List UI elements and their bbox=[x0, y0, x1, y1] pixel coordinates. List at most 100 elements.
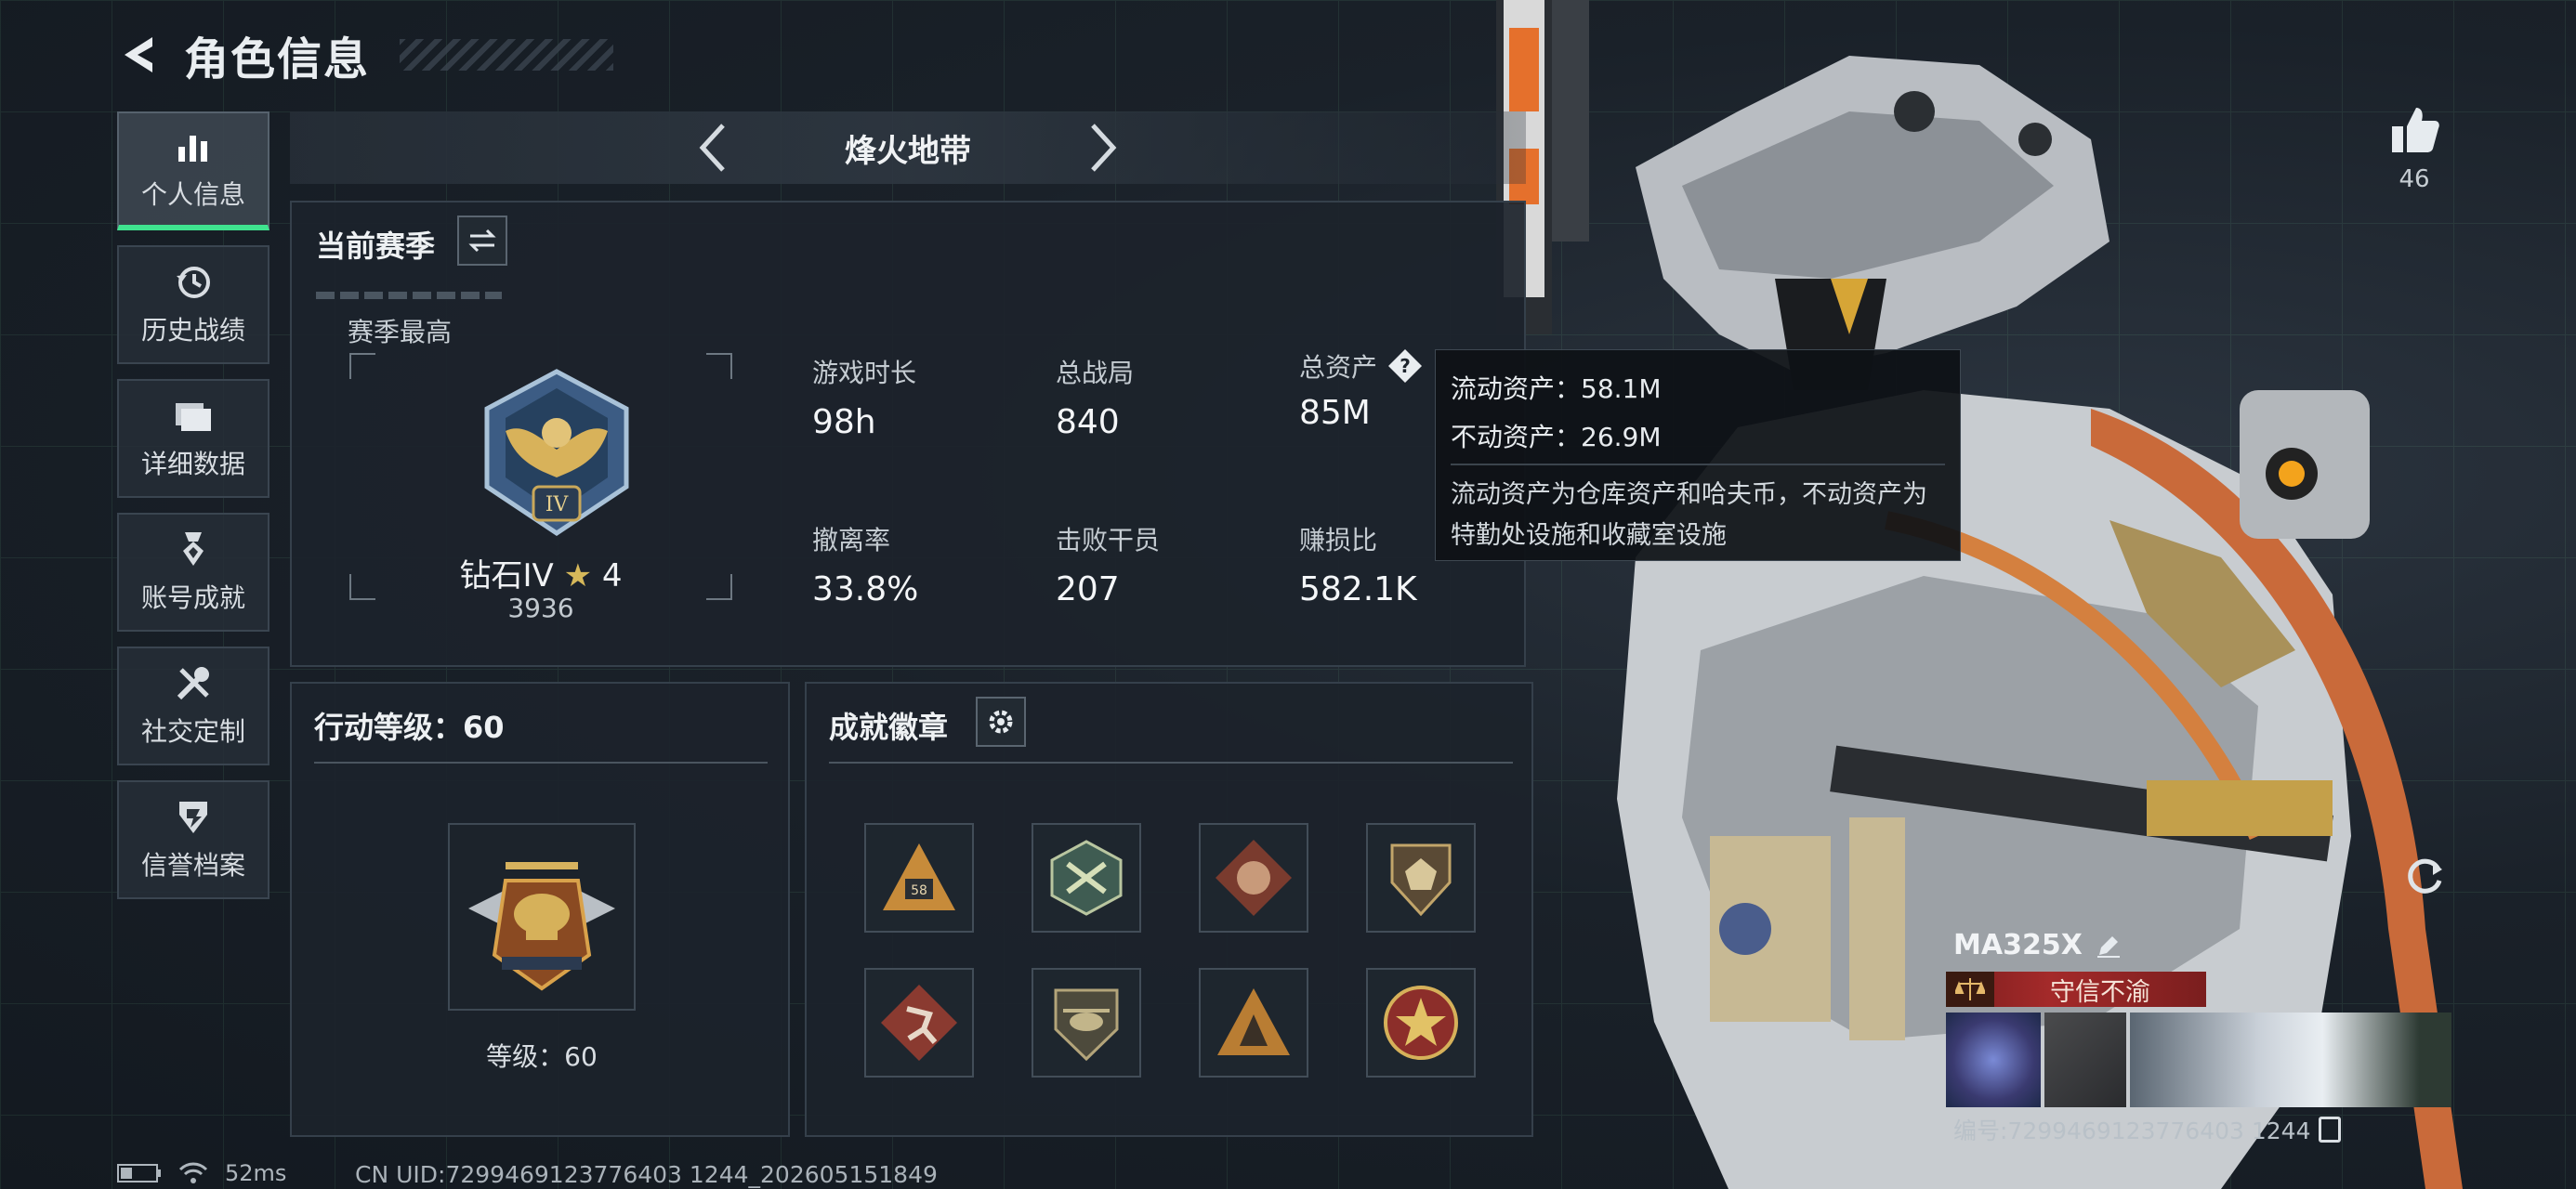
beast-triangle-badge[interactable] bbox=[1199, 968, 1308, 1078]
mode-label: 烽火地带 bbox=[845, 132, 971, 170]
help-icon[interactable]: ? bbox=[1387, 347, 1424, 385]
player-name-row: MA325X bbox=[1953, 929, 2122, 961]
showcase-card-artwork[interactable] bbox=[2044, 1013, 2126, 1107]
rank-score: 3936 bbox=[507, 593, 574, 623]
dice-shield-badge[interactable] bbox=[1366, 823, 1476, 933]
tooltip-liquid-assets: 流动资产：58.1M bbox=[1451, 373, 1662, 404]
swap-icon bbox=[468, 229, 496, 253]
sidebar-item-details[interactable]: 详细数据 bbox=[117, 379, 269, 498]
switch-season-button[interactable] bbox=[457, 216, 507, 266]
next-mode-chevron-icon[interactable] bbox=[1075, 120, 1131, 176]
sidebar-item-label: 历史战绩 bbox=[140, 315, 245, 346]
current-season-panel: 当前赛季 赛季最高 IV 钻石IV ★ 4 3936 游戏时长 98h 总战局 … bbox=[290, 201, 1526, 667]
shield-icon bbox=[173, 797, 214, 838]
divider bbox=[829, 762, 1513, 764]
divider bbox=[314, 762, 768, 764]
ping-value: 52ms bbox=[225, 1160, 287, 1186]
battery-icon bbox=[117, 1164, 161, 1182]
rank-name-row: 钻石IV ★ 4 bbox=[349, 550, 732, 595]
assets-tooltip: 流动资产：58.1M 不动资产：26.9M 流动资产为仓库资产和哈夫币，不动资产… bbox=[1435, 349, 1961, 561]
season-high-label: 赛季最高 bbox=[348, 317, 453, 347]
stat-label: 总战局 bbox=[1056, 358, 1135, 388]
runner-diamond-badge[interactable] bbox=[864, 968, 974, 1078]
prev-mode-chevron-icon[interactable] bbox=[685, 120, 741, 176]
sidebar-item-label: 个人信息 bbox=[140, 179, 245, 210]
player-title-plate: 守信不渝 bbox=[1946, 972, 2206, 1007]
level-emblem-frame bbox=[448, 823, 636, 1011]
rank-name: 钻石IV bbox=[459, 557, 554, 594]
section-title: 当前赛季 bbox=[316, 229, 436, 264]
history-clock-icon bbox=[173, 262, 214, 303]
player-id: 编号:7299469123776403 1244 bbox=[1953, 1117, 2311, 1144]
triangle-58-badge[interactable]: 58 bbox=[864, 823, 974, 933]
edit-pencil-icon[interactable] bbox=[2096, 933, 2122, 959]
action-level-panel: 行动等级：60 等级：60 bbox=[290, 682, 790, 1137]
stat-label: 撤离率 bbox=[812, 525, 891, 555]
uid-text: CN UID:7299469123776403 1244_20260515184… bbox=[355, 1161, 938, 1188]
sidebar-item-achievements[interactable]: 账号成就 bbox=[117, 513, 269, 632]
achievement-badges-panel: 成就徽章 58 bbox=[805, 682, 1533, 1137]
stat-label: 总资产 bbox=[1299, 352, 1378, 383]
sidebar-item-personal-info[interactable]: 个人信息 bbox=[117, 111, 269, 230]
helicopter-level-emblem-icon bbox=[468, 862, 615, 991]
showcase-cards bbox=[1946, 1013, 2451, 1107]
dragon-diamond-badge[interactable] bbox=[1199, 823, 1308, 933]
stat-total-matches: 总战局 840 bbox=[1056, 353, 1134, 441]
svg-text:?: ? bbox=[1400, 355, 1411, 377]
player-id-row: 编号:7299469123776403 1244 bbox=[1953, 1113, 2341, 1146]
stat-value: 582.1K bbox=[1299, 570, 1417, 608]
title-decoration bbox=[400, 39, 614, 71]
tooltip-description: 流动资产为仓库资产和哈夫币，不动资产为特勤处设施和收藏室设施 bbox=[1451, 480, 1927, 550]
svg-text:58: 58 bbox=[911, 883, 927, 898]
stat-value: 85M bbox=[1299, 394, 1371, 432]
divider bbox=[316, 292, 502, 299]
tooltip-fixed-assets: 不动资产：26.9M bbox=[1451, 422, 1662, 452]
stat-operators-defeated: 击败干员 207 bbox=[1056, 520, 1160, 608]
like-button[interactable]: 46 bbox=[2377, 104, 2451, 193]
helicopter-shield-badge[interactable] bbox=[1032, 968, 1141, 1078]
sidebar: 个人信息 历史战绩 详细数据 账号成就 社交定制 信誉档案 bbox=[117, 111, 269, 899]
scales-icon bbox=[1946, 972, 1994, 1007]
player-name: MA325X bbox=[1953, 929, 2083, 961]
gear-icon bbox=[989, 710, 1013, 734]
copy-icon[interactable] bbox=[2318, 1117, 2341, 1143]
divider bbox=[1451, 464, 1945, 465]
rank-stars: 4 bbox=[601, 557, 623, 594]
stat-value: 840 bbox=[1056, 403, 1120, 441]
stat-value: 33.8% bbox=[812, 570, 919, 608]
stat-extraction-rate: 撤离率 33.8% bbox=[812, 520, 918, 608]
badge-settings-button[interactable] bbox=[976, 697, 1026, 747]
star-circle-badge[interactable] bbox=[1366, 968, 1476, 1078]
wifi-icon bbox=[178, 1162, 208, 1183]
mode-selector: 烽火地带 bbox=[290, 111, 1526, 184]
tools-icon bbox=[173, 663, 214, 704]
sidebar-item-label: 详细数据 bbox=[140, 449, 245, 479]
svg-text:IV: IV bbox=[545, 493, 570, 516]
stat-value: 207 bbox=[1056, 570, 1120, 608]
bar-chart-icon bbox=[173, 126, 214, 167]
action-level-title: 行动等级：60 bbox=[314, 710, 505, 745]
showcase-card-emblem[interactable] bbox=[1946, 1013, 2041, 1107]
like-count: 46 bbox=[2399, 165, 2430, 193]
stat-label: 赚损比 bbox=[1299, 525, 1378, 555]
stat-value: 98h bbox=[812, 403, 876, 441]
stat-label: 游戏时长 bbox=[812, 358, 917, 388]
dragonfly-hex-badge[interactable] bbox=[1032, 823, 1141, 933]
thumbs-up-icon bbox=[2392, 108, 2439, 152]
stat-total-assets: 总资产 ? 85M bbox=[1299, 347, 1424, 432]
sidebar-item-reputation[interactable]: 信誉档案 bbox=[117, 780, 269, 899]
section-title: 成就徽章 bbox=[829, 710, 949, 745]
diamond-rank-emblem-icon: IV bbox=[468, 366, 645, 542]
back-arrow-icon[interactable] bbox=[117, 32, 164, 78]
showcase-card-banner[interactable] bbox=[2130, 1013, 2451, 1107]
stat-label: 击败干员 bbox=[1056, 525, 1161, 555]
refresh-icon[interactable] bbox=[2401, 853, 2448, 899]
stat-play-time: 游戏时长 98h bbox=[812, 353, 916, 441]
sidebar-item-label: 信誉档案 bbox=[140, 850, 245, 881]
folder-icon bbox=[173, 396, 214, 437]
achievement-medal-icon bbox=[173, 529, 214, 570]
sidebar-item-label: 社交定制 bbox=[140, 716, 245, 747]
header: 角色信息 bbox=[117, 22, 614, 87]
sidebar-item-social[interactable]: 社交定制 bbox=[117, 647, 269, 765]
sidebar-item-history[interactable]: 历史战绩 bbox=[117, 245, 269, 364]
